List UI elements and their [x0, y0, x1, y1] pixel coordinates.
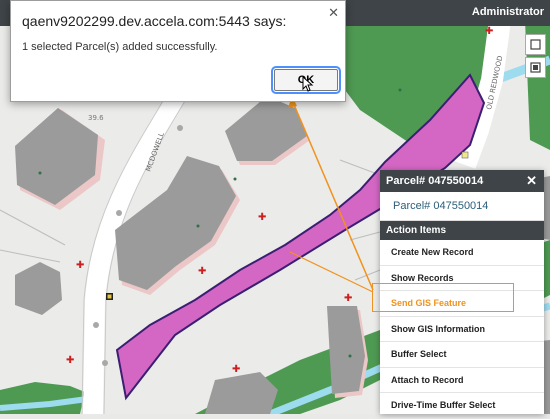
action-show-gis-information[interactable]: Show GIS Information: [380, 317, 544, 342]
svg-text:✚: ✚: [485, 26, 493, 37]
svg-text:✚: ✚: [76, 260, 84, 271]
action-items-header: Action Items: [380, 221, 544, 240]
close-icon[interactable]: ✕: [328, 5, 339, 21]
zoom-in-icon: [530, 62, 541, 73]
dialog-message: 1 selected Parcel(s) added successfully.: [22, 41, 218, 53]
svg-text:✚: ✚: [344, 293, 352, 304]
lot-number-label: 39.6: [88, 114, 104, 122]
alert-dialog: qaenv9202299.dev.accela.com:5443 says: ✕…: [10, 0, 346, 102]
action-create-new-record[interactable]: Create New Record: [380, 240, 544, 266]
dialog-title: qaenv9202299.dev.accela.com:5443 says:: [22, 13, 287, 29]
parcel-link[interactable]: Parcel# 047550014: [380, 192, 544, 221]
popup-header: Parcel# 047550014 ✕: [380, 170, 544, 192]
map-tool-button[interactable]: [525, 34, 546, 55]
svg-text:✚: ✚: [232, 364, 240, 375]
mouse-cursor-icon: [302, 76, 314, 92]
svg-text:✚: ✚: [66, 355, 74, 366]
action-buffer-select[interactable]: Buffer Select: [380, 342, 544, 368]
layers-icon: [530, 39, 541, 50]
svg-text:✚: ✚: [198, 266, 206, 277]
svg-text:✚: ✚: [258, 212, 266, 223]
hydrant-icon-inner: [107, 294, 112, 299]
flag-icon: [461, 151, 469, 159]
map-tool-button[interactable]: [525, 57, 546, 78]
close-icon[interactable]: ✕: [526, 173, 537, 189]
user-menu[interactable]: Administrator: [472, 6, 544, 18]
action-attach-to-record[interactable]: Attach to Record: [380, 368, 544, 393]
popup-title: Parcel# 047550014: [386, 175, 484, 187]
action-drive-time-buffer-select[interactable]: Drive-Time Buffer Select: [380, 393, 544, 419]
annotation-highlight-box: [372, 283, 514, 312]
